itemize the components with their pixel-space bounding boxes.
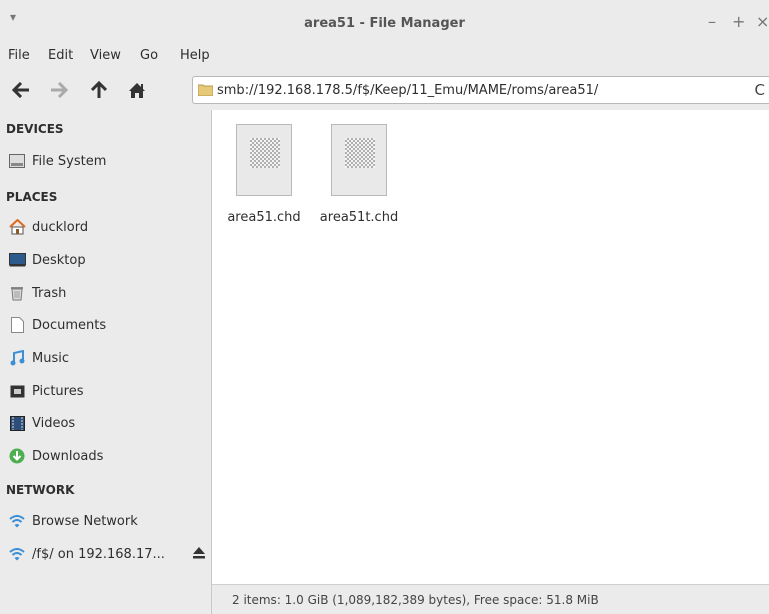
forward-button[interactable]: [44, 76, 74, 104]
home-icon: [8, 218, 26, 236]
music-icon: [8, 349, 26, 367]
sidebar-item-documents[interactable]: Documents: [8, 312, 208, 338]
menu-file[interactable]: File: [8, 48, 30, 63]
sidebar-item-browse-network[interactable]: Browse Network: [8, 508, 208, 534]
sidebar-item-label: ducklord: [32, 219, 89, 235]
section-network: NETWORK: [6, 483, 75, 497]
up-button[interactable]: [84, 76, 114, 104]
drive-icon: [8, 152, 26, 170]
forward-arrow-icon: [51, 82, 68, 98]
file-name: area51.chd: [227, 210, 301, 225]
file-view[interactable]: area51.chd area51t.chd: [212, 110, 769, 584]
sidebar-item-file-system[interactable]: File System: [8, 148, 208, 174]
sidebar: DEVICES File System PLACES ducklord Desk…: [0, 110, 212, 614]
sidebar-item-videos[interactable]: Videos: [8, 410, 208, 436]
sidebar-item-label: Pictures: [32, 383, 84, 399]
wifi-icon: [8, 512, 26, 530]
minimize-button[interactable]: –: [708, 12, 716, 31]
downloads-icon: [8, 447, 26, 465]
window-title: area51 - File Manager: [304, 16, 465, 31]
sidebar-item-label: Browse Network: [32, 513, 138, 529]
menu-bar: File Edit View Go Help: [0, 44, 769, 70]
sidebar-item-label: Videos: [32, 415, 76, 431]
home-icon: [129, 82, 145, 98]
address-bar[interactable]: C: [192, 76, 769, 104]
sidebar-item-label: File System: [32, 153, 107, 169]
sidebar-item-downloads[interactable]: Downloads: [8, 443, 208, 469]
status-text: 2 items: 1.0 GiB (1,089,182,389 bytes), …: [232, 593, 599, 607]
file-item[interactable]: area51.chd: [220, 124, 308, 225]
menu-view[interactable]: View: [90, 48, 121, 63]
maximize-button[interactable]: +: [732, 12, 745, 31]
sidebar-item-label: /f$/ on 192.168.17...: [32, 546, 165, 562]
close-button[interactable]: ×: [756, 12, 769, 31]
file-name: area51t.chd: [319, 210, 399, 225]
sidebar-item-ducklord[interactable]: ducklord: [8, 214, 208, 240]
sidebar-item-label: Trash: [32, 285, 67, 301]
sidebar-item-trash[interactable]: Trash: [8, 280, 208, 306]
file-icon: [236, 124, 292, 196]
reload-icon[interactable]: C: [755, 81, 765, 99]
document-icon: [8, 316, 26, 334]
sidebar-item-label: Documents: [32, 317, 107, 333]
status-bar: 2 items: 1.0 GiB (1,089,182,389 bytes), …: [212, 584, 769, 614]
pictures-icon: [8, 382, 26, 400]
toolbar: C: [0, 72, 769, 108]
menu-help[interactable]: Help: [180, 48, 210, 63]
eject-icon[interactable]: [192, 546, 206, 563]
up-arrow-icon: [91, 81, 107, 98]
sidebar-item-desktop[interactable]: Desktop: [8, 247, 208, 273]
trash-icon: [8, 284, 26, 302]
folder-icon: [198, 84, 213, 96]
sidebar-item-label: Downloads: [32, 448, 104, 464]
sidebar-item-music[interactable]: Music: [8, 345, 208, 371]
videos-icon: [8, 414, 26, 432]
wifi-icon: [8, 545, 26, 563]
section-devices: DEVICES: [6, 122, 64, 136]
section-places: PLACES: [6, 190, 58, 204]
back-button[interactable]: [6, 76, 36, 104]
file-item[interactable]: area51t.chd: [315, 124, 403, 225]
file-icon: [331, 124, 387, 196]
sidebar-item-pictures[interactable]: Pictures: [8, 378, 208, 404]
sidebar-item-network-share[interactable]: /f$/ on 192.168.17...: [8, 541, 208, 567]
address-input[interactable]: [217, 81, 737, 99]
home-button[interactable]: [122, 76, 152, 104]
sidebar-item-label: Desktop: [32, 252, 86, 268]
back-arrow-icon: [12, 82, 29, 98]
menu-edit[interactable]: Edit: [48, 48, 73, 63]
title-bar: ▾ area51 - File Manager – + ×: [0, 0, 769, 44]
desktop-icon: [8, 251, 26, 269]
menu-go[interactable]: Go: [140, 48, 158, 63]
sidebar-item-label: Music: [32, 350, 69, 366]
